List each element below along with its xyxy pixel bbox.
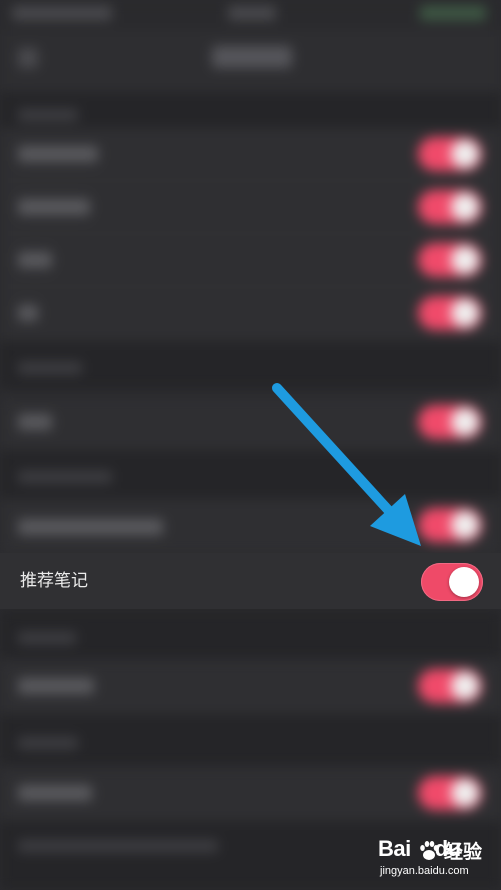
section-header-text-blur xyxy=(18,840,218,852)
setting-row[interactable] xyxy=(0,767,501,820)
watermark-url: jingyan.baidu.com xyxy=(380,865,469,877)
status-battery-blur xyxy=(420,6,486,20)
toggle-knob xyxy=(451,511,479,539)
row-label-blur xyxy=(18,414,52,430)
recommended-notes-toggle[interactable] xyxy=(421,563,483,601)
setting-label: 推荐笔记 xyxy=(20,571,88,591)
section-header-text-blur xyxy=(18,632,76,644)
baidu-paw-icon xyxy=(420,841,439,860)
toggle-switch[interactable] xyxy=(418,776,482,810)
toggle-switch[interactable] xyxy=(418,508,482,542)
settings-screen: 推荐笔记 Bai du 经验 jingyan.baidu.com xyxy=(0,0,501,890)
setting-row[interactable] xyxy=(0,287,501,340)
back-icon[interactable] xyxy=(18,48,38,68)
toggle-knob xyxy=(451,140,479,168)
section-header xyxy=(0,91,501,128)
setting-row[interactable] xyxy=(0,181,501,234)
setting-row[interactable] xyxy=(0,128,501,181)
toggle-knob xyxy=(451,408,479,436)
setting-row[interactable] xyxy=(0,396,501,449)
watermark-brand-en-a: Bai xyxy=(378,836,411,861)
setting-row[interactable] xyxy=(0,499,501,554)
section-header-text-blur xyxy=(18,109,78,121)
row-label-blur xyxy=(18,305,38,321)
status-time-blur xyxy=(228,6,276,20)
toggle-knob xyxy=(451,246,479,274)
toggle-knob xyxy=(451,672,479,700)
toggle-knob xyxy=(451,779,479,807)
section-header xyxy=(0,340,501,388)
status-carrier-blur xyxy=(12,6,112,20)
row-label-blur xyxy=(18,252,52,268)
section-header-text-blur xyxy=(18,737,78,749)
section-header xyxy=(0,713,501,765)
section-header xyxy=(0,610,501,658)
setting-row[interactable] xyxy=(0,660,501,713)
row-label-blur xyxy=(18,199,90,215)
status-bar xyxy=(0,0,501,30)
toggle-switch[interactable] xyxy=(418,190,482,224)
toggle-switch[interactable] xyxy=(418,137,482,171)
toggle-knob xyxy=(451,193,479,221)
section-header-text-blur xyxy=(18,471,112,483)
nav-bar xyxy=(0,30,501,91)
toggle-knob xyxy=(451,299,479,327)
row-label-blur xyxy=(18,519,163,535)
section-header xyxy=(0,449,501,499)
row-label-blur xyxy=(18,785,92,801)
row-label-blur xyxy=(18,678,94,694)
toggle-switch[interactable] xyxy=(418,669,482,703)
row-label-blur xyxy=(18,146,98,162)
section-header-text-blur xyxy=(18,362,82,374)
baidu-jingyan-watermark: Bai du 经验 jingyan.baidu.com xyxy=(378,836,498,886)
setting-row[interactable] xyxy=(0,234,501,287)
watermark-brand-cn: 经验 xyxy=(444,841,483,863)
page-title-blur xyxy=(212,46,292,68)
toggle-switch[interactable] xyxy=(418,296,482,330)
blurred-settings-content xyxy=(0,0,501,890)
toggle-switch[interactable] xyxy=(418,405,482,439)
toggle-switch[interactable] xyxy=(418,243,482,277)
toggle-knob xyxy=(449,567,479,597)
